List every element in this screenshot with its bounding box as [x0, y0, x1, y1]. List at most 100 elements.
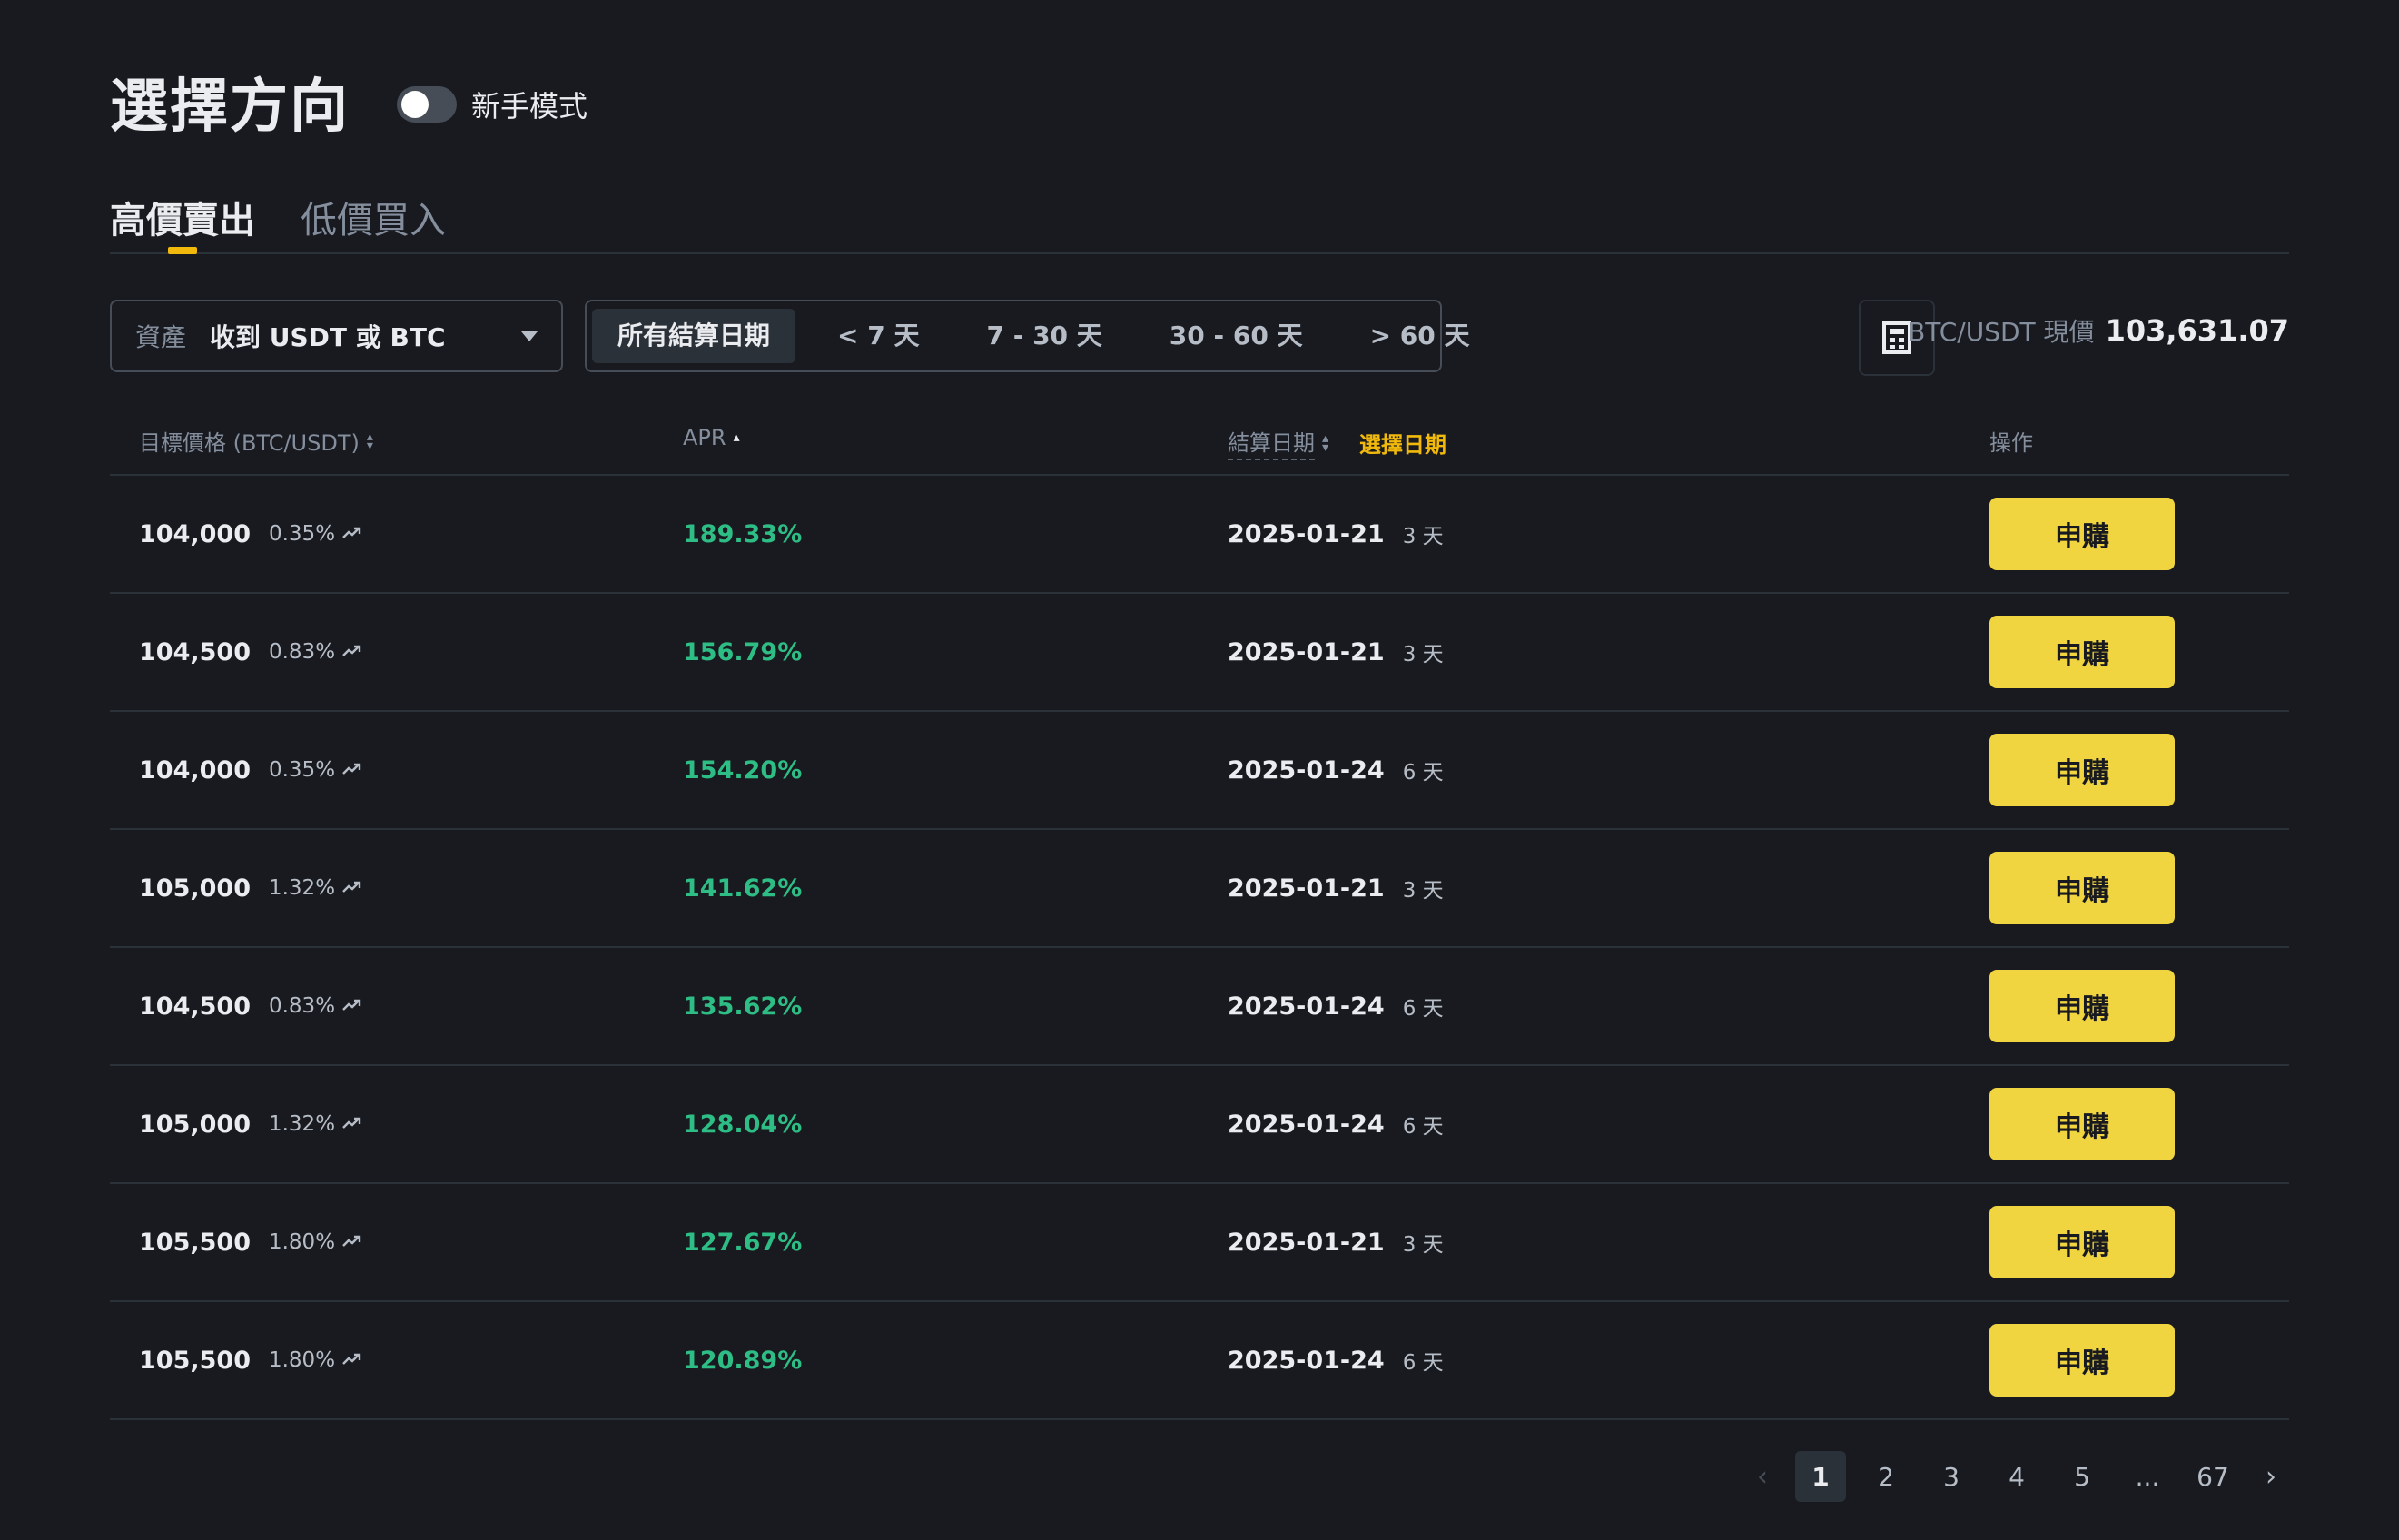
page-5[interactable]: 5 — [2057, 1451, 2108, 1502]
subscribe-button[interactable]: 申購 — [1989, 1324, 2175, 1397]
page-ellipsis: ... — [2135, 1461, 2160, 1492]
apr-value: 135.62% — [683, 992, 803, 1021]
beginner-mode-toggle[interactable] — [397, 86, 457, 123]
page: 選擇方向 新手模式 高價賣出 低價買入 資產 收到 USDT 或 BTC 所有結… — [0, 0, 2399, 1540]
page-1[interactable]: 1 — [1795, 1451, 1846, 1502]
apr-value: 127.67% — [683, 1228, 803, 1257]
beginner-mode-label: 新手模式 — [471, 89, 588, 123]
target-percent: 1.32% — [268, 876, 336, 900]
sort-icon[interactable]: ▴ ▾ — [1322, 432, 1328, 454]
action-cell: 申購 — [1989, 476, 2175, 592]
settlement-cell: 2025-01-24 6 天 — [1228, 1302, 1444, 1418]
settlement-cell: 2025-01-21 3 天 — [1228, 476, 1444, 592]
table-row: 105,500 1.80% 120.89% 2025-01-24 6 天 申購 — [110, 1302, 2289, 1420]
settlement-days: 6 天 — [1402, 761, 1444, 785]
target-cell: 105,500 1.80% — [139, 1184, 362, 1300]
table-row: 105,000 1.32% 141.62% 2025-01-21 3 天 申購 — [110, 830, 2289, 948]
page-67[interactable]: 67 — [2187, 1451, 2238, 1502]
settlement-date: 2025-01-21 — [1228, 1228, 1385, 1257]
apr-cell: 120.89% — [683, 1302, 802, 1418]
date-option-7-30[interactable]: 7 - 30 天 — [961, 309, 1127, 363]
action-cell: 申購 — [1989, 948, 2175, 1064]
target-cell: 105,000 1.32% — [139, 1066, 362, 1182]
target-percent: 0.35% — [268, 758, 336, 782]
action-cell: 申購 — [1989, 830, 2175, 946]
target-cell: 104,500 0.83% — [139, 594, 362, 710]
date-option-30-60[interactable]: 30 - 60 天 — [1144, 309, 1328, 363]
apr-value: 128.04% — [683, 1110, 803, 1139]
table-row: 104,500 0.83% 135.62% 2025-01-24 6 天 申購 — [110, 948, 2289, 1066]
settlement-date: 2025-01-21 — [1228, 519, 1385, 548]
subscribe-button[interactable]: 申購 — [1989, 1088, 2175, 1160]
direction-tabs: 高價賣出 低價買入 — [110, 191, 2289, 254]
current-price: BTC/USDT 現價 103,631.07 — [1908, 312, 2289, 349]
date-option-gt60[interactable]: > 60 天 — [1345, 309, 1496, 363]
page-2[interactable]: 2 — [1861, 1451, 1911, 1502]
action-cell: 申購 — [1989, 1184, 2175, 1300]
settlement-cell: 2025-01-24 6 天 — [1228, 712, 1444, 828]
target-percent: 0.35% — [268, 522, 336, 546]
subscribe-button[interactable]: 申購 — [1989, 1206, 2175, 1278]
apr-value: 141.62% — [683, 874, 803, 903]
toggle-knob — [401, 91, 429, 118]
target-price: 105,500 — [139, 1228, 251, 1257]
settlement-date: 2025-01-24 — [1228, 755, 1385, 785]
settlement-days: 3 天 — [1402, 879, 1444, 903]
apr-value: 154.20% — [683, 755, 803, 785]
asset-select[interactable]: 資產 收到 USDT 或 BTC — [110, 300, 563, 372]
settlement-days: 3 天 — [1402, 643, 1444, 666]
asset-value: 收到 USDT 或 BTC — [210, 322, 446, 352]
trend-up-icon — [342, 644, 362, 661]
trend-up-icon — [342, 998, 362, 1015]
action-cell: 申購 — [1989, 594, 2175, 710]
apr-cell: 189.33% — [683, 476, 802, 592]
target-price: 104,500 — [139, 992, 251, 1021]
settlement-cell: 2025-01-24 6 天 — [1228, 1066, 1444, 1182]
subscribe-button[interactable]: 申購 — [1989, 616, 2175, 688]
trend-up-icon — [342, 1352, 362, 1369]
date-option-lt7[interactable]: < 7 天 — [812, 309, 944, 363]
action-cell: 申購 — [1989, 712, 2175, 828]
subscribe-button[interactable]: 申購 — [1989, 734, 2175, 806]
settlement-date-filter: 所有結算日期 < 7 天 7 - 30 天 30 - 60 天 > 60 天 — [585, 300, 1470, 372]
apr-cell: 135.62% — [683, 948, 802, 1064]
tab-buy-low[interactable]: 低價買入 — [301, 191, 446, 252]
target-price: 105,000 — [139, 1110, 251, 1139]
target-percent: 1.80% — [268, 1348, 336, 1372]
subscribe-button[interactable]: 申購 — [1989, 852, 2175, 924]
apr-cell: 128.04% — [683, 1066, 802, 1182]
page-3[interactable]: 3 — [1926, 1451, 1977, 1502]
apr-cell: 156.79% — [683, 594, 802, 710]
header-action: 操作 — [1989, 430, 2033, 456]
table-row: 105,500 1.80% 127.67% 2025-01-21 3 天 申購 — [110, 1184, 2289, 1302]
prev-page-button[interactable]: ‹ — [1744, 1451, 1781, 1502]
next-page-button[interactable]: › — [2253, 1451, 2289, 1502]
subscribe-button[interactable]: 申購 — [1989, 970, 2175, 1042]
choose-date-link[interactable]: 選擇日期 — [1359, 427, 1446, 459]
trend-up-icon — [342, 880, 362, 897]
settlement-date: 2025-01-24 — [1228, 992, 1385, 1021]
target-cell: 104,000 0.35% — [139, 712, 362, 828]
header-apr-label: APR — [683, 425, 726, 450]
header-settlement-date: 結算日期 ▴ ▾ 選擇日期 — [1228, 425, 1446, 460]
settlement-date: 2025-01-21 — [1228, 874, 1385, 903]
page-4[interactable]: 4 — [1991, 1451, 2042, 1502]
apr-value: 120.89% — [683, 1346, 803, 1375]
table-row: 104,500 0.83% 156.79% 2025-01-21 3 天 申購 — [110, 594, 2289, 712]
target-percent: 1.32% — [268, 1112, 336, 1136]
header-target-price[interactable]: 目標價格 (BTC/USDT) ▴ ▾ — [139, 425, 373, 457]
trend-up-icon — [342, 526, 362, 543]
target-price: 105,000 — [139, 874, 251, 903]
current-price-value: 103,631.07 — [2105, 313, 2289, 348]
date-option-all[interactable]: 所有結算日期 — [592, 309, 796, 363]
settlement-date: 2025-01-24 — [1228, 1346, 1385, 1375]
settlement-days: 6 天 — [1402, 1351, 1444, 1375]
subscribe-button[interactable]: 申購 — [1989, 498, 2175, 570]
trend-up-icon — [342, 1234, 362, 1251]
products-table: 目標價格 (BTC/USDT) ▴ ▾ APR ▴ 結算日期 ▴ ▾ 選擇日期 操作… — [110, 409, 2289, 1420]
apr-cell: 141.62% — [683, 830, 802, 946]
page-title: 選擇方向 — [110, 74, 350, 141]
beginner-mode[interactable]: 新手模式 — [397, 84, 587, 125]
header-apr[interactable]: APR ▴ — [683, 425, 740, 450]
tab-sell-high[interactable]: 高價賣出 — [110, 191, 255, 254]
